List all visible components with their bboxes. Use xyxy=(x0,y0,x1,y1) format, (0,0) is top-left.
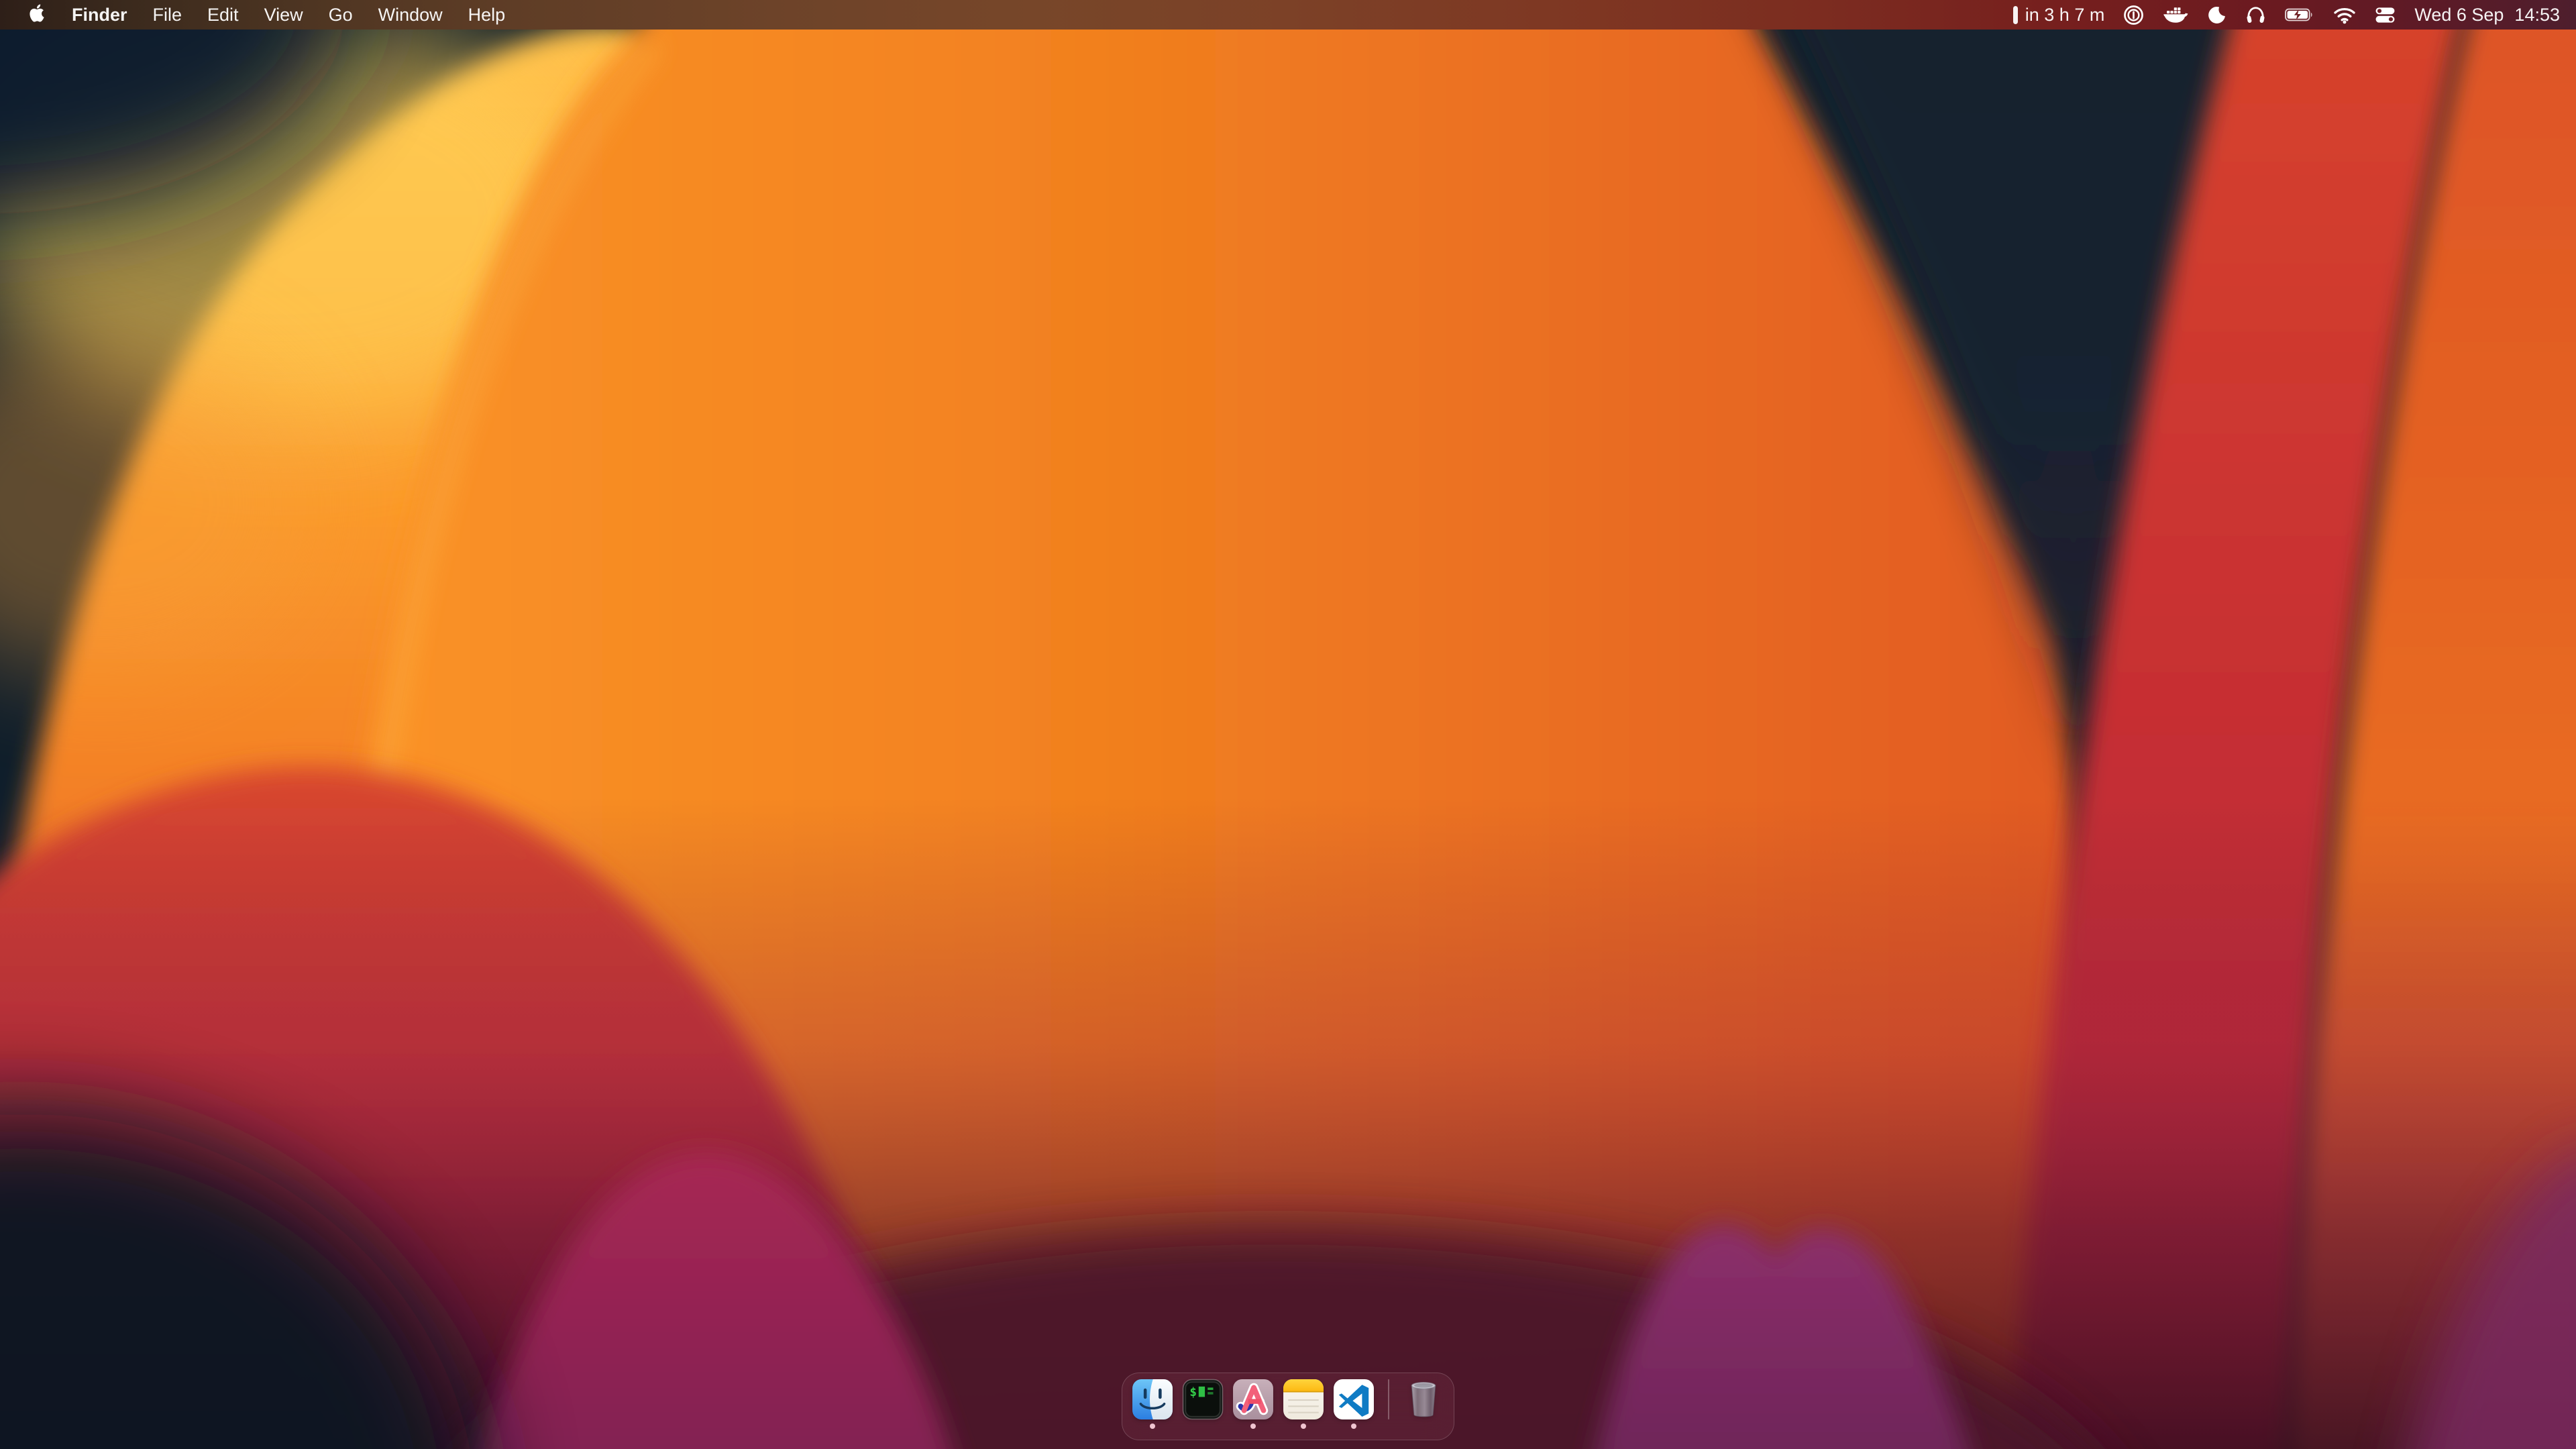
clock-date: Wed 6 Sep xyxy=(2414,5,2504,25)
session-bar-icon xyxy=(2012,5,2019,25)
wifi-icon[interactable] xyxy=(2333,6,2356,24)
dock-item-notes[interactable] xyxy=(1283,1379,1324,1429)
menu-help[interactable]: Help xyxy=(455,0,519,30)
dock-item-vscode[interactable] xyxy=(1333,1379,1375,1429)
apple-menu[interactable] xyxy=(20,3,54,28)
trash-icon xyxy=(1403,1379,1444,1420)
power-circle-icon[interactable] xyxy=(2123,5,2144,25)
menu-edit[interactable]: Edit xyxy=(195,0,252,30)
docker-whale-icon[interactable] xyxy=(2163,5,2188,25)
menu-file[interactable]: File xyxy=(140,0,195,30)
menu-bar: Finder File Edit View Go Window Help in … xyxy=(0,0,2576,30)
menu-view[interactable]: View xyxy=(252,0,316,30)
session-timer-text: in 3 h 7 m xyxy=(2025,5,2105,25)
desktop-wallpaper xyxy=(0,0,2576,1449)
notes-icon xyxy=(1283,1379,1324,1420)
vscode-icon xyxy=(1333,1379,1375,1420)
headphones-icon[interactable] xyxy=(2245,5,2266,25)
dock-item-finder[interactable] xyxy=(1132,1379,1173,1429)
menu-app-name[interactable]: Finder xyxy=(59,0,140,30)
running-indicator-dot xyxy=(1150,1424,1155,1429)
finder-icon xyxy=(1132,1379,1173,1420)
menu-window[interactable]: Window xyxy=(366,0,455,30)
apple-logo-icon xyxy=(28,3,46,28)
menu-bar-left: Finder File Edit View Go Window Help xyxy=(0,0,518,30)
control-center-icon[interactable] xyxy=(2375,7,2396,23)
running-indicator-dot xyxy=(1351,1424,1356,1429)
dock-item-arc-browser[interactable] xyxy=(1232,1379,1274,1429)
battery-charging-icon[interactable] xyxy=(2285,7,2314,22)
menu-bar-status: in 3 h 7 m xyxy=(2012,5,2576,25)
session-timer-status[interactable]: in 3 h 7 m xyxy=(2012,5,2105,25)
dock-divider xyxy=(1388,1379,1389,1419)
svg-text:$: $ xyxy=(1189,1386,1197,1399)
moon-focus-icon[interactable] xyxy=(2207,5,2226,25)
desktop: Finder File Edit View Go Window Help in … xyxy=(0,0,2576,1449)
menu-bar-clock[interactable]: Wed 6 Sep 14:53 xyxy=(2414,5,2560,25)
menu-go[interactable]: Go xyxy=(316,0,366,30)
clock-time: 14:53 xyxy=(2514,5,2560,25)
dock-item-terminal[interactable]: $ xyxy=(1182,1379,1224,1429)
running-indicator-dot xyxy=(1250,1424,1256,1429)
dock: $ xyxy=(1122,1373,1454,1440)
terminal-icon: $ xyxy=(1182,1379,1224,1420)
running-indicator-dot xyxy=(1301,1424,1306,1429)
dock-item-trash[interactable] xyxy=(1403,1379,1444,1429)
arc-browser-icon xyxy=(1232,1379,1274,1420)
